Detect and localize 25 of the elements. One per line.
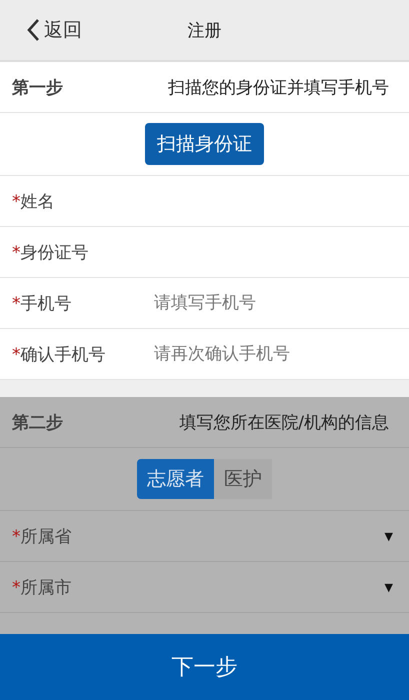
required-marker: * [12,192,20,212]
scan-id-button[interactable]: 扫描身份证 [145,123,264,165]
field-label: 手机号 [20,294,72,314]
input-field[interactable]: 请再次确认手机号 [152,343,397,365]
required-marker: * [12,526,20,546]
step-description: 扫描您的身份证并填写手机号 [168,76,389,98]
required-marker: * [12,242,20,262]
field-label: 确认手机号 [20,344,106,364]
field-label: 身份证号 [20,242,88,262]
step-label: 第一步 [12,76,63,98]
dropdown-arrow-icon: ▼ [384,530,393,542]
step-label: 第二步 [12,412,63,434]
required-marker: * [12,578,20,598]
field-label: 姓名 [20,192,54,212]
required-marker: * [12,344,20,364]
page-title: 注册 [188,20,222,42]
input-field[interactable]: 请填写手机号 [152,292,397,314]
chevron-left-icon [26,18,40,42]
field-label: 所属市 [20,578,72,598]
required-marker: * [12,294,20,314]
dropdown-arrow-icon: ▼ [384,580,393,594]
step-description: 填写您所在医院/机构的信息 [179,412,389,434]
field-label: 所属省 [20,526,72,546]
next-step-button[interactable]: 下一步 [0,634,409,700]
back-button[interactable]: 返回 [0,17,82,43]
